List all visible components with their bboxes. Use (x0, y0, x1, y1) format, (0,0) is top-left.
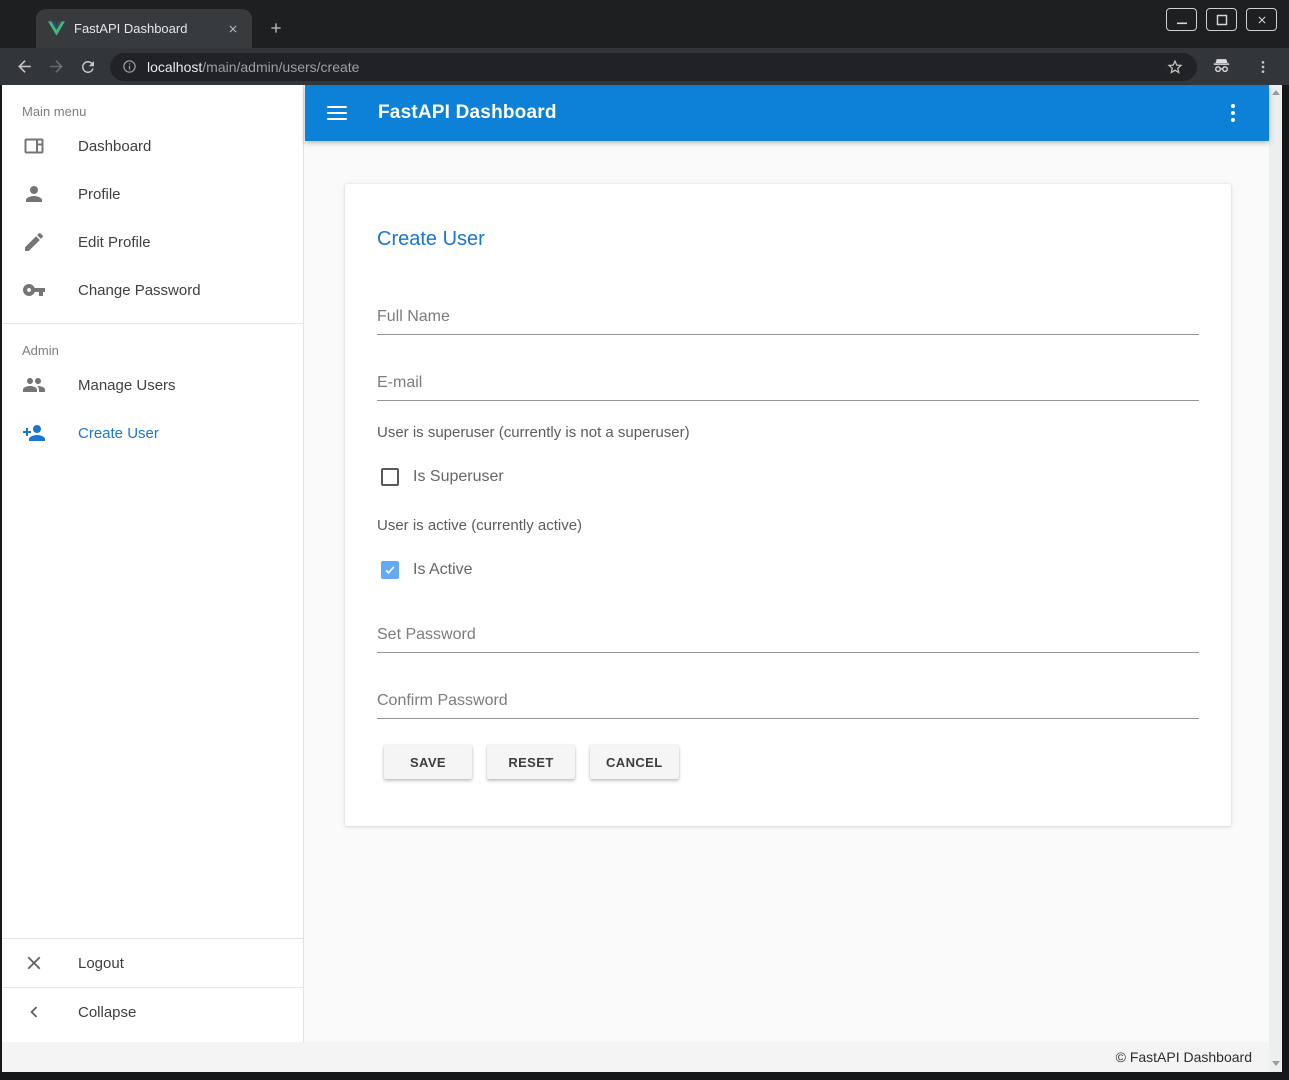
sidebar: Main menu Dashboard Profile Edit Profile… (2, 85, 304, 1042)
main-content: FastAPI Dashboard Create User Full Name … (305, 85, 1269, 1042)
is-active-label: Is Active (413, 561, 473, 579)
dashboard-icon (22, 134, 46, 158)
scrollbar-down-arrow[interactable] (1269, 1056, 1282, 1070)
group-icon (22, 373, 46, 397)
sidebar-item-logout[interactable]: Logout (2, 939, 303, 987)
create-user-card: Create User Full Name E-mail User is sup… (345, 184, 1231, 826)
sidebar-item-label: Create User (78, 425, 159, 442)
sidebar-item-create-user[interactable]: Create User (2, 409, 303, 457)
person-icon (22, 182, 46, 206)
browser-toolbar: localhost/main/admin/users/create (0, 48, 1289, 85)
page-viewport: Main menu Dashboard Profile Edit Profile… (2, 85, 1282, 1072)
page-footer: © FastAPI Dashboard (2, 1042, 1269, 1072)
vue-favicon (48, 21, 65, 36)
window-maximize-button[interactable] (1206, 8, 1237, 31)
sidebar-section-admin: Admin (2, 324, 303, 361)
page-scrollbar[interactable] (1269, 85, 1282, 1072)
window-controls (1166, 8, 1277, 31)
person-add-icon (22, 421, 46, 445)
sidebar-item-label: Manage Users (78, 377, 176, 394)
scrollbar-up-arrow[interactable] (1269, 85, 1282, 99)
form-buttons: SAVE RESET CANCEL (384, 745, 1199, 779)
set-password-field[interactable]: Set Password (377, 626, 1199, 653)
chevron-left-icon (22, 1000, 46, 1024)
sidebar-item-label: Profile (78, 186, 121, 203)
key-icon (22, 278, 46, 302)
cancel-button[interactable]: CANCEL (590, 745, 679, 779)
appbar-title: FastAPI Dashboard (378, 102, 557, 124)
bookmark-star-icon[interactable] (1159, 51, 1191, 83)
set-password-underline (377, 644, 1199, 653)
sidebar-item-label: Logout (78, 955, 124, 972)
sidebar-item-collapse[interactable]: Collapse (2, 988, 303, 1036)
is-superuser-checkbox[interactable] (381, 468, 399, 486)
email-field[interactable]: E-mail (377, 374, 1199, 401)
email-underline (377, 392, 1199, 401)
full-name-underline (377, 326, 1199, 335)
active-hint: User is active (currently active) (377, 517, 1199, 534)
pencil-icon (22, 230, 46, 254)
sidebar-section-main-menu: Main menu (2, 85, 303, 122)
tab-close-icon[interactable] (224, 20, 242, 38)
url-bar[interactable]: localhost/main/admin/users/create (110, 53, 1197, 81)
back-icon[interactable] (8, 51, 40, 83)
is-active-checkbox[interactable] (381, 561, 399, 579)
is-superuser-row: Is Superuser (377, 468, 1199, 486)
footer-copyright: © FastAPI Dashboard (1116, 1049, 1252, 1065)
hamburger-menu-icon[interactable] (313, 89, 361, 137)
sidebar-item-label: Dashboard (78, 138, 151, 155)
confirm-password-underline (377, 710, 1199, 719)
window-close-button[interactable] (1246, 8, 1277, 31)
is-superuser-label: Is Superuser (413, 468, 504, 486)
reload-icon[interactable] (72, 51, 104, 83)
sidebar-item-label: Edit Profile (78, 234, 151, 251)
confirm-password-label: Confirm Password (377, 692, 1199, 710)
superuser-hint: User is superuser (currently is not a su… (377, 424, 1199, 441)
appbar-kebab-menu-icon[interactable] (1213, 93, 1253, 133)
sidebar-item-dashboard[interactable]: Dashboard (2, 122, 303, 170)
sidebar-item-change-password[interactable]: Change Password (2, 266, 303, 314)
new-tab-button[interactable] (262, 14, 290, 42)
appbar: FastAPI Dashboard (305, 85, 1269, 141)
tab-title: FastAPI Dashboard (74, 21, 215, 36)
url-text: localhost/main/admin/users/create (147, 59, 1159, 75)
full-name-field[interactable]: Full Name (377, 308, 1199, 335)
save-button[interactable]: SAVE (384, 745, 472, 779)
incognito-icon (1205, 51, 1237, 83)
confirm-password-field[interactable]: Confirm Password (377, 692, 1199, 719)
is-active-row: Is Active (377, 561, 1199, 579)
sidebar-item-label: Collapse (78, 1004, 136, 1021)
page-info-icon[interactable] (122, 59, 137, 74)
email-label: E-mail (377, 374, 1199, 392)
sidebar-item-profile[interactable]: Profile (2, 170, 303, 218)
browser-titlebar: FastAPI Dashboard (0, 0, 1289, 48)
browser-tab[interactable]: FastAPI Dashboard (36, 9, 252, 48)
sidebar-item-label: Change Password (78, 282, 201, 299)
full-name-label: Full Name (377, 308, 1199, 326)
reset-button[interactable]: RESET (487, 745, 575, 779)
window-minimize-button[interactable] (1166, 8, 1197, 31)
browser-menu-icon[interactable] (1247, 51, 1279, 83)
set-password-label: Set Password (377, 626, 1199, 644)
forward-icon[interactable] (40, 51, 72, 83)
sidebar-item-edit-profile[interactable]: Edit Profile (2, 218, 303, 266)
page-title: Create User (377, 184, 1199, 251)
sidebar-item-manage-users[interactable]: Manage Users (2, 361, 303, 409)
close-icon (22, 951, 46, 975)
